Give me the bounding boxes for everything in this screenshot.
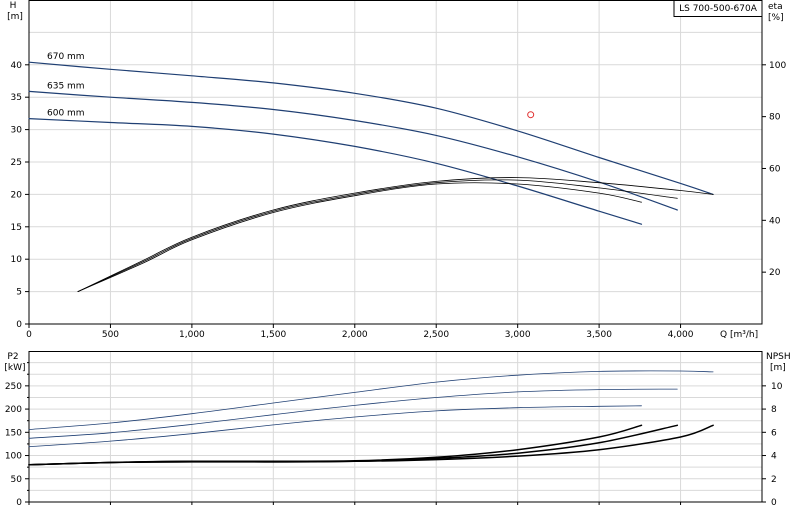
x-tick-label: 2,000 bbox=[342, 330, 368, 340]
h-tick-label: 15 bbox=[11, 223, 22, 233]
npsh-tick-label: 6 bbox=[771, 428, 777, 438]
eta-tick-label: 40 bbox=[769, 216, 781, 226]
eta-tick-label: 60 bbox=[769, 164, 781, 174]
npsh-axis-unit: [m] bbox=[770, 363, 786, 373]
npsh-tick-label: 0 bbox=[771, 498, 777, 508]
x-tick-label: 1,000 bbox=[179, 330, 205, 340]
x-tick-label: 3,500 bbox=[586, 330, 612, 340]
npsh-tick-label: 10 bbox=[771, 382, 783, 392]
eta-tick-label: 100 bbox=[769, 61, 786, 71]
p2-axis-label: P2 bbox=[7, 352, 18, 362]
npsh-axis-label: NPSH bbox=[766, 352, 791, 362]
curve-label-1: 635 mm bbox=[47, 81, 85, 91]
h-axis-label: H bbox=[10, 1, 17, 11]
eta-tick-label: 80 bbox=[769, 113, 781, 123]
x-tick-label: 1,500 bbox=[260, 330, 286, 340]
h-tick-label: 25 bbox=[11, 158, 22, 168]
h-tick-label: 5 bbox=[16, 288, 22, 298]
p2-tick-label: 100 bbox=[5, 452, 22, 462]
h-tick-label: 40 bbox=[11, 61, 23, 71]
h-tick-label: 0 bbox=[16, 320, 22, 330]
p2-tick-label: 50 bbox=[11, 475, 23, 485]
chart-title: LS 700-500-670A bbox=[679, 4, 758, 14]
p2-tick-label: 0 bbox=[16, 498, 22, 508]
p2-tick-label: 200 bbox=[5, 405, 22, 415]
h-tick-label: 20 bbox=[11, 190, 23, 200]
h-tick-label: 35 bbox=[11, 93, 22, 103]
pump-curve-chart: 0 500 1,000 1,500 2,000 2,500 3,000 3,500 4,000 Q… bbox=[4, 0, 791, 508]
h-axis-unit: [m] bbox=[7, 12, 23, 22]
x-tick-label: 3,000 bbox=[505, 330, 531, 340]
x-tick-label: 0 bbox=[26, 330, 32, 340]
p2-tick-label: 150 bbox=[5, 428, 22, 438]
eta-axis-label: eta bbox=[768, 2, 783, 12]
eta-axis-unit: [%] bbox=[768, 13, 784, 23]
npsh-tick-label: 8 bbox=[771, 405, 777, 415]
x-tick-label: 2,500 bbox=[423, 330, 449, 340]
x-axis-label: Q [m³/h] bbox=[720, 330, 758, 340]
npsh-tick-label: 2 bbox=[771, 475, 777, 485]
p2-axis-unit: [kW] bbox=[4, 363, 25, 373]
curve-label-2: 600 mm bbox=[47, 109, 85, 119]
curve-label-0: 670 mm bbox=[47, 52, 85, 62]
npsh-tick-label: 4 bbox=[771, 452, 777, 462]
eta-tick-label: 20 bbox=[769, 268, 781, 278]
p2-tick-label: 250 bbox=[5, 382, 22, 392]
x-tick-label: 4,000 bbox=[668, 330, 694, 340]
h-tick-label: 30 bbox=[11, 126, 23, 136]
h-tick-label: 10 bbox=[11, 255, 23, 265]
x-tick-label: 500 bbox=[102, 330, 119, 340]
